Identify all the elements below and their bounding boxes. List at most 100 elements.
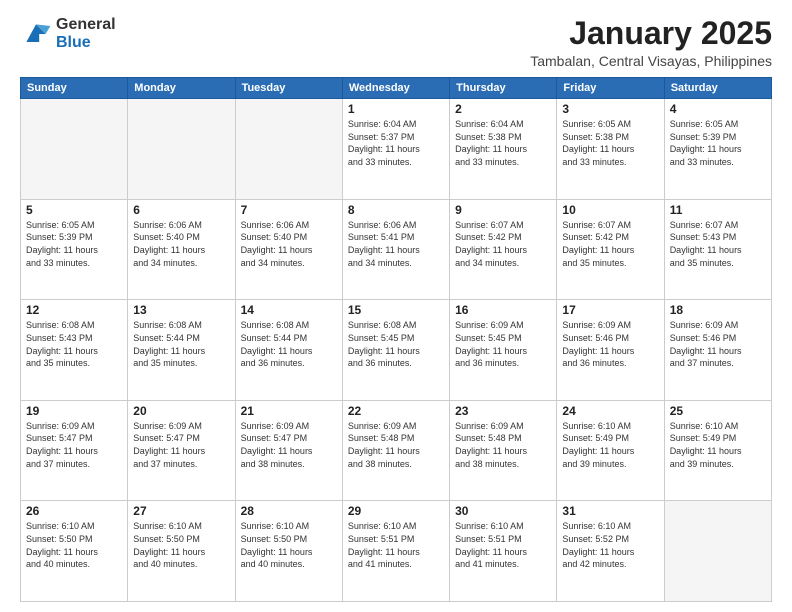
day-info: Sunrise: 6:10 AM Sunset: 5:50 PM Dayligh… [133,520,229,570]
calendar-cell-3-2: 21 Sunrise: 6:09 AM Sunset: 5:47 PM Dayli… [235,400,342,501]
week-row-1: 1 Sunrise: 6:04 AM Sunset: 5:37 PM Daylig… [21,99,772,200]
day-info: Sunrise: 6:09 AM Sunset: 5:47 PM Dayligh… [26,420,122,470]
day-info: Sunrise: 6:09 AM Sunset: 5:47 PM Dayligh… [241,420,337,470]
day-info: Sunrise: 6:09 AM Sunset: 5:46 PM Dayligh… [562,319,658,369]
day-info: Sunrise: 6:09 AM Sunset: 5:48 PM Dayligh… [455,420,551,470]
header: General Blue January 2025 Tambalan, Cent… [20,16,772,69]
header-monday: Monday [128,78,235,99]
week-row-5: 26 Sunrise: 6:10 AM Sunset: 5:50 PM Dayli… [21,501,772,602]
day-info: Sunrise: 6:05 AM Sunset: 5:39 PM Dayligh… [670,118,766,168]
day-info: Sunrise: 6:06 AM Sunset: 5:40 PM Dayligh… [133,219,229,269]
header-friday: Friday [557,78,664,99]
day-info: Sunrise: 6:10 AM Sunset: 5:51 PM Dayligh… [455,520,551,570]
day-number: 3 [562,102,658,116]
calendar-cell-3-6: 25Sunrise: 6:10 AM Sunset: 5:49 PM Dayli… [664,400,771,501]
day-info: Sunrise: 6:08 AM Sunset: 5:44 PM Dayligh… [241,319,337,369]
header-sunday: Sunday [21,78,128,99]
calendar-cell-0-4: 2Sunrise: 6:04 AM Sunset: 5:38 PM Daylig… [450,99,557,200]
day-info: Sunrise: 6:09 AM Sunset: 5:46 PM Dayligh… [670,319,766,369]
page: General Blue January 2025 Tambalan, Cent… [0,0,792,612]
day-number: 12 [26,303,122,317]
day-number: 22 [348,404,444,418]
calendar-cell-4-4: 30 Sunrise: 6:10 AM Sunset: 5:51 PM Dayli… [450,501,557,602]
day-number: 5 [26,203,122,217]
day-number: 20 [133,404,229,418]
day-info: Sunrise: 6:10 AM Sunset: 5:50 PM Dayligh… [26,520,122,570]
day-number: 28 [241,504,337,518]
calendar-cell-0-0 [21,99,128,200]
day-info: Sunrise: 6:07 AM Sunset: 5:42 PM Dayligh… [562,219,658,269]
calendar-cell-1-6: 11 Sunrise: 6:07 AM Sunset: 5:43 PM Dayli… [664,199,771,300]
calendar-cell-2-1: 13 Sunrise: 6:08 AM Sunset: 5:44 PM Dayli… [128,300,235,401]
calendar-cell-4-3: 29Sunrise: 6:10 AM Sunset: 5:51 PM Dayli… [342,501,449,602]
day-number: 26 [26,504,122,518]
title-location: Tambalan, Central Visayas, Philippines [530,53,772,69]
day-info: Sunrise: 6:05 AM Sunset: 5:38 PM Dayligh… [562,118,658,168]
day-number: 9 [455,203,551,217]
day-info: Sunrise: 6:09 AM Sunset: 5:48 PM Dayligh… [348,420,444,470]
calendar-cell-2-5: 17 Sunrise: 6:09 AM Sunset: 5:46 PM Dayli… [557,300,664,401]
calendar-cell-4-2: 28 Sunrise: 6:10 AM Sunset: 5:50 PM Dayli… [235,501,342,602]
day-number: 17 [562,303,658,317]
day-info: Sunrise: 6:08 AM Sunset: 5:45 PM Dayligh… [348,319,444,369]
calendar-cell-1-5: 10 Sunrise: 6:07 AM Sunset: 5:42 PM Dayli… [557,199,664,300]
calendar-cell-3-5: 24Sunrise: 6:10 AM Sunset: 5:49 PM Dayli… [557,400,664,501]
day-info: Sunrise: 6:09 AM Sunset: 5:47 PM Dayligh… [133,420,229,470]
calendar-cell-1-4: 9Sunrise: 6:07 AM Sunset: 5:42 PM Daylig… [450,199,557,300]
day-info: Sunrise: 6:10 AM Sunset: 5:51 PM Dayligh… [348,520,444,570]
day-number: 16 [455,303,551,317]
day-number: 21 [241,404,337,418]
day-number: 10 [562,203,658,217]
day-number: 7 [241,203,337,217]
logo: General Blue [20,16,116,51]
day-number: 4 [670,102,766,116]
day-number: 25 [670,404,766,418]
day-info: Sunrise: 6:06 AM Sunset: 5:40 PM Dayligh… [241,219,337,269]
day-number: 31 [562,504,658,518]
logo-general-text: General [56,16,116,34]
calendar-cell-3-4: 23 Sunrise: 6:09 AM Sunset: 5:48 PM Dayli… [450,400,557,501]
title-block: January 2025 Tambalan, Central Visayas, … [530,16,772,69]
weekday-header-row: Sunday Monday Tuesday Wednesday Thursday… [21,78,772,99]
day-number: 23 [455,404,551,418]
title-month: January 2025 [530,16,772,51]
day-number: 6 [133,203,229,217]
day-number: 13 [133,303,229,317]
calendar-cell-4-1: 27 Sunrise: 6:10 AM Sunset: 5:50 PM Dayli… [128,501,235,602]
calendar-cell-1-1: 6 Sunrise: 6:06 AM Sunset: 5:40 PM Daylig… [128,199,235,300]
day-info: Sunrise: 6:08 AM Sunset: 5:43 PM Dayligh… [26,319,122,369]
day-info: Sunrise: 6:10 AM Sunset: 5:50 PM Dayligh… [241,520,337,570]
day-info: Sunrise: 6:05 AM Sunset: 5:39 PM Dayligh… [26,219,122,269]
day-number: 30 [455,504,551,518]
calendar-cell-0-6: 4 Sunrise: 6:05 AM Sunset: 5:39 PM Daylig… [664,99,771,200]
day-number: 19 [26,404,122,418]
logo-icon [20,18,52,50]
day-info: Sunrise: 6:08 AM Sunset: 5:44 PM Dayligh… [133,319,229,369]
day-info: Sunrise: 6:07 AM Sunset: 5:43 PM Dayligh… [670,219,766,269]
logo-text: General Blue [56,16,116,51]
day-number: 1 [348,102,444,116]
header-saturday: Saturday [664,78,771,99]
calendar-cell-2-3: 15 Sunrise: 6:08 AM Sunset: 5:45 PM Dayli… [342,300,449,401]
header-tuesday: Tuesday [235,78,342,99]
calendar-cell-3-3: 22 Sunrise: 6:09 AM Sunset: 5:48 PM Dayli… [342,400,449,501]
header-wednesday: Wednesday [342,78,449,99]
calendar-cell-0-3: 1 Sunrise: 6:04 AM Sunset: 5:37 PM Daylig… [342,99,449,200]
day-number: 18 [670,303,766,317]
calendar-cell-4-5: 31 Sunrise: 6:10 AM Sunset: 5:52 PM Dayli… [557,501,664,602]
day-number: 14 [241,303,337,317]
day-info: Sunrise: 6:10 AM Sunset: 5:52 PM Dayligh… [562,520,658,570]
calendar-cell-0-5: 3 Sunrise: 6:05 AM Sunset: 5:38 PM Daylig… [557,99,664,200]
calendar-cell-4-6 [664,501,771,602]
day-number: 27 [133,504,229,518]
day-number: 15 [348,303,444,317]
header-thursday: Thursday [450,78,557,99]
day-number: 11 [670,203,766,217]
day-info: Sunrise: 6:09 AM Sunset: 5:45 PM Dayligh… [455,319,551,369]
calendar-cell-1-0: 5 Sunrise: 6:05 AM Sunset: 5:39 PM Daylig… [21,199,128,300]
calendar-table: Sunday Monday Tuesday Wednesday Thursday… [20,77,772,602]
calendar-cell-1-3: 8Sunrise: 6:06 AM Sunset: 5:41 PM Daylig… [342,199,449,300]
day-info: Sunrise: 6:04 AM Sunset: 5:37 PM Dayligh… [348,118,444,168]
day-number: 8 [348,203,444,217]
day-number: 2 [455,102,551,116]
